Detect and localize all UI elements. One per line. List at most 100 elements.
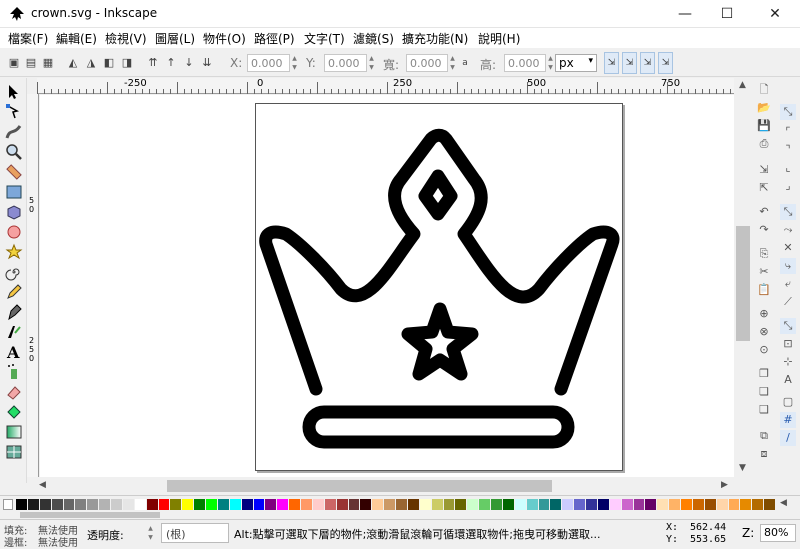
flip-horizontal-icon[interactable]: ◧	[101, 55, 117, 71]
gradient-tool-icon[interactable]	[5, 423, 23, 441]
3dbox-tool-icon[interactable]	[5, 203, 23, 221]
palette-swatch[interactable]	[526, 499, 538, 510]
deselect-icon[interactable]: ▦	[40, 55, 56, 71]
save-icon[interactable]: 💾	[756, 118, 772, 134]
unit-select[interactable]: px ▾	[555, 54, 597, 72]
clone-icon[interactable]: ❏	[756, 384, 772, 400]
lower-icon[interactable]: ↓	[181, 55, 197, 71]
palette-swatch[interactable]	[229, 499, 241, 510]
palette-swatch[interactable]	[51, 499, 63, 510]
palette-swatch[interactable]	[348, 499, 360, 510]
palette-swatch[interactable]	[479, 499, 490, 510]
export-icon[interactable]: ⇱	[756, 180, 772, 196]
snap-text-baseline-icon[interactable]: A	[780, 372, 796, 388]
snap-guide-icon[interactable]: /	[780, 430, 796, 446]
menu-file[interactable]: 檔案(F)	[8, 30, 48, 47]
palette-swatch[interactable]	[586, 499, 597, 510]
palette-swatch[interactable]	[562, 499, 574, 510]
duplicate-icon[interactable]: ❐	[756, 366, 772, 382]
menu-help[interactable]: 說明(H)	[478, 30, 520, 47]
select-all-layers-icon[interactable]: ▤	[23, 55, 39, 71]
palette-swatch[interactable]	[63, 499, 75, 510]
palette-swatch[interactable]	[455, 499, 467, 510]
ellipse-tool-icon[interactable]	[5, 223, 23, 241]
paste-icon[interactable]: 📋	[756, 282, 772, 298]
height-input[interactable]: 0.000	[504, 54, 546, 72]
rotate-cw-icon[interactable]: ◮	[83, 55, 99, 71]
snap-smooth-icon[interactable]: ⤶	[780, 276, 796, 292]
y-spinner[interactable]: ▲ ▼	[367, 54, 376, 72]
menu-text[interactable]: 文字(T)	[304, 30, 345, 47]
snap-bbox-corner-icon[interactable]: ⌞	[780, 160, 796, 176]
eraser-tool-icon[interactable]	[5, 383, 23, 401]
palette-swatch[interactable]	[550, 499, 562, 510]
snap-page-border-icon[interactable]: ▢	[780, 394, 796, 410]
minimize-button[interactable]: —	[662, 0, 708, 28]
zoom-input[interactable]: 80%	[760, 524, 796, 542]
no-paint-swatch[interactable]	[3, 499, 13, 510]
print-icon[interactable]: ⎙	[756, 136, 772, 152]
star-tool-icon[interactable]	[5, 243, 23, 261]
palette-menu-icon[interactable]: ◀	[780, 498, 787, 508]
text-tool-icon[interactable]: A	[5, 343, 23, 361]
palette-swatch[interactable]	[217, 499, 229, 510]
calligraphy-tool-icon[interactable]	[5, 323, 23, 341]
palette-swatch[interactable]	[146, 499, 158, 510]
scroll-up-icon[interactable]: ▲	[739, 80, 746, 90]
layer-select[interactable]: (根)	[161, 523, 229, 543]
palette-scroll-thumb[interactable]	[20, 512, 160, 518]
palette-swatch[interactable]	[265, 499, 277, 510]
snap-rotation-center-icon[interactable]: ⊹	[780, 354, 796, 370]
palette-swatch[interactable]	[16, 499, 27, 510]
palette-swatch[interactable]	[122, 499, 134, 510]
palette-swatch[interactable]	[206, 499, 217, 510]
open-icon[interactable]: 📂	[756, 100, 772, 116]
palette-swatch[interactable]	[396, 499, 407, 510]
vertical-scrollbar[interactable]: ▲ ▼	[734, 78, 752, 477]
palette-scrollbar[interactable]	[0, 511, 800, 519]
palette-swatch[interactable]	[372, 499, 384, 510]
close-button[interactable]: ✕	[752, 0, 798, 28]
palette-swatch[interactable]	[692, 499, 704, 510]
palette-swatch[interactable]	[158, 499, 170, 510]
palette-swatch[interactable]	[574, 499, 585, 510]
y-input[interactable]: 0.000	[324, 54, 367, 72]
vertical-scroll-thumb[interactable]	[736, 226, 750, 341]
x-input[interactable]: 0.000	[247, 54, 290, 72]
palette-swatch[interactable]	[27, 499, 39, 510]
snap-nodes-icon[interactable]: ⤡	[780, 204, 796, 220]
palette-swatch[interactable]	[609, 499, 621, 510]
ungroup-icon[interactable]: ⧈	[756, 446, 772, 462]
palette-swatch[interactable]	[645, 499, 657, 510]
palette-swatch[interactable]	[467, 499, 479, 510]
palette-swatch[interactable]	[491, 499, 502, 510]
menu-filters[interactable]: 濾鏡(S)	[353, 30, 394, 47]
palette-swatch[interactable]	[277, 499, 289, 510]
transform-patterns-toggle-icon[interactable]: ⇲	[658, 52, 673, 74]
snap-center-icon[interactable]: ⊡	[780, 336, 796, 352]
menu-view[interactable]: 檢視(V)	[105, 30, 147, 47]
scroll-down-icon[interactable]: ▼	[739, 463, 746, 473]
snap-midpoint-icon[interactable]: ⟋	[780, 294, 796, 310]
palette-swatch[interactable]	[407, 499, 419, 510]
palette-swatch[interactable]	[241, 499, 253, 510]
zoom-tool-icon[interactable]	[5, 143, 23, 161]
palette-swatch[interactable]	[716, 499, 728, 510]
palette-swatch[interactable]	[681, 499, 692, 510]
menu-object[interactable]: 物件(O)	[203, 30, 246, 47]
palette-swatch[interactable]	[728, 499, 740, 510]
mesh-tool-icon[interactable]	[5, 443, 23, 461]
snap-intersection-icon[interactable]: ✕	[780, 240, 796, 256]
rotate-ccw-icon[interactable]: ◭	[65, 55, 81, 71]
zoom-page-icon[interactable]: ⊙	[756, 342, 772, 358]
menu-layer[interactable]: 圖層(L)	[155, 30, 195, 47]
horizontal-scroll-thumb[interactable]	[167, 480, 552, 492]
palette-swatch[interactable]	[514, 499, 526, 510]
snap-others-icon[interactable]: ⤡	[780, 318, 796, 334]
zoom-selection-icon[interactable]: ⊕	[756, 306, 772, 322]
palette-swatch[interactable]	[170, 499, 182, 510]
horizontal-scrollbar[interactable]: ◀ ▶	[37, 477, 734, 495]
palette-swatch[interactable]	[194, 499, 205, 510]
palette-swatch[interactable]	[312, 499, 324, 510]
palette-swatch[interactable]	[419, 499, 431, 510]
